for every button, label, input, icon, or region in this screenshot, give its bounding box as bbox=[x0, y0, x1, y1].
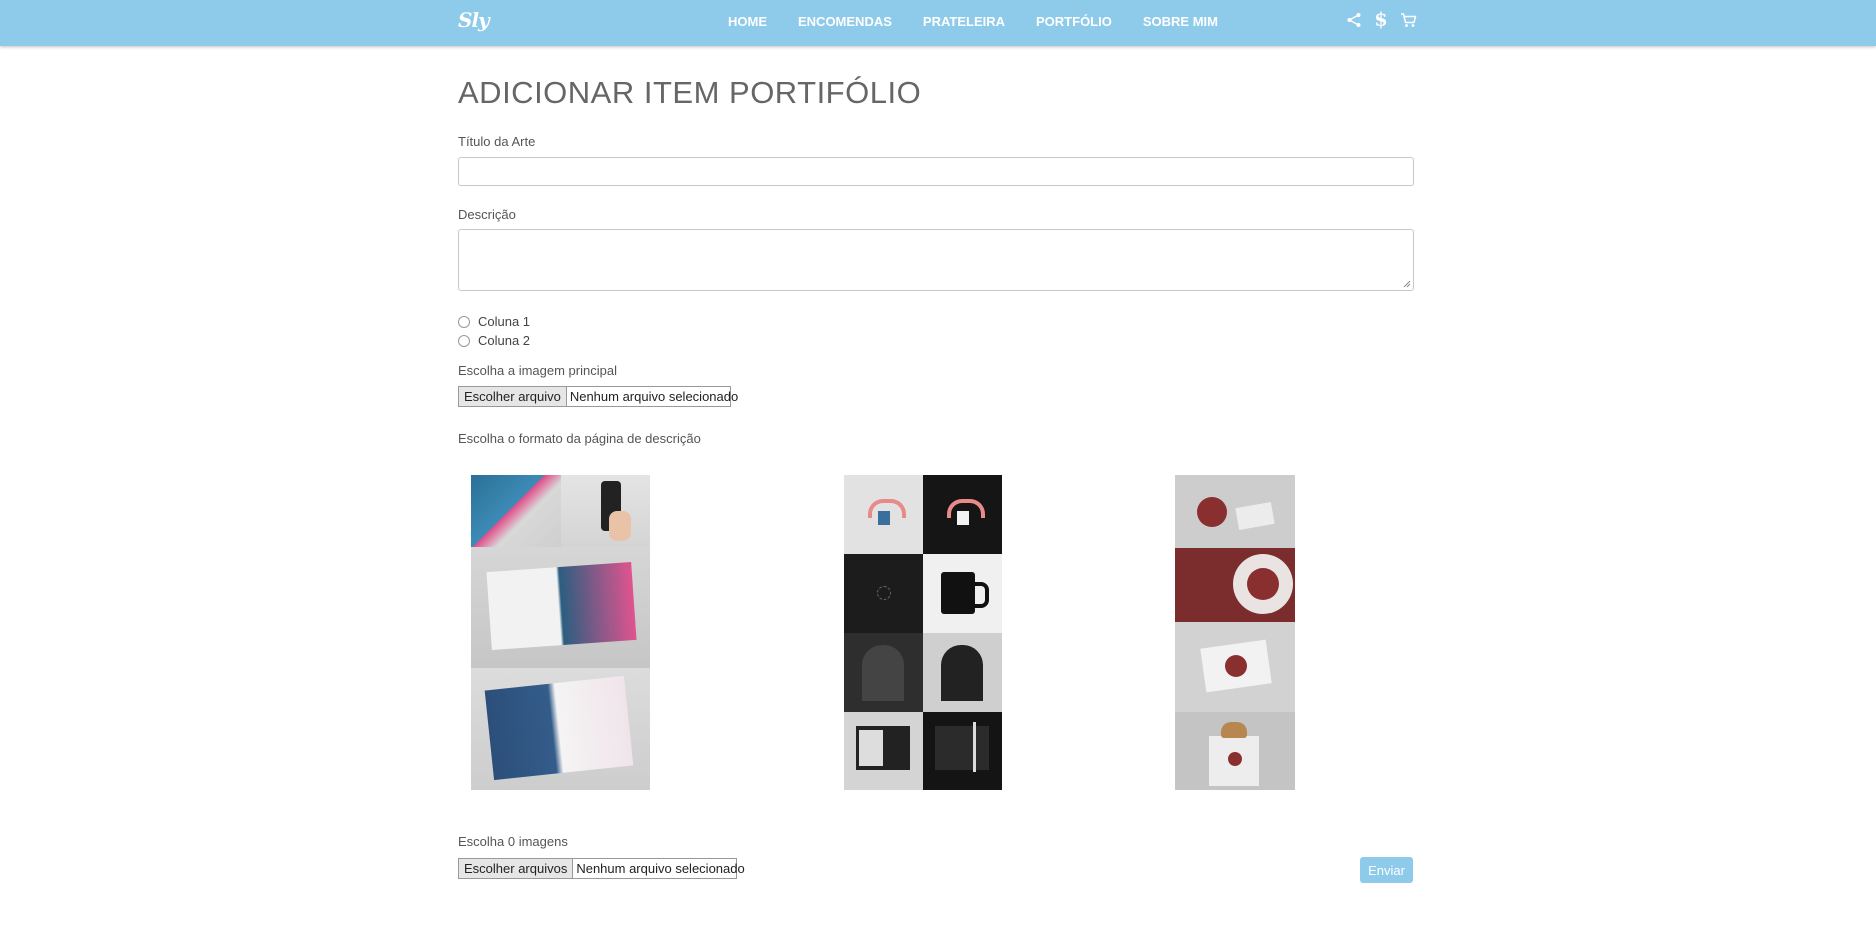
description-label: Descrição bbox=[458, 207, 516, 222]
format-label: Escolha o formato da página de descrição bbox=[458, 431, 701, 446]
main-image-file-input[interactable]: Escolher arquivo Nenhum arquivo selecion… bbox=[458, 386, 738, 407]
mug-image bbox=[923, 554, 1002, 633]
rainbow-logo-light-image bbox=[844, 475, 923, 554]
brand-logo[interactable]: Sly bbox=[458, 8, 490, 32]
open-book-image bbox=[471, 547, 650, 668]
resize-handle-icon[interactable] bbox=[1403, 280, 1411, 288]
nav-home[interactable]: HOME bbox=[728, 14, 767, 29]
description-textarea[interactable] bbox=[458, 229, 1414, 291]
page-title: ADICIONAR ITEM PORTIFÓLIO bbox=[458, 75, 922, 110]
book-cover-image bbox=[471, 475, 561, 547]
nav-links: HOME ENCOMENDAS PRATELEIRA PORTFÓLIO SOB… bbox=[728, 0, 1249, 42]
images-file-input[interactable]: Escolher arquivos Nenhum arquivo selecio… bbox=[458, 858, 745, 879]
nav-icons: S bbox=[1344, 10, 1425, 30]
dollar-icon[interactable]: S bbox=[1371, 10, 1391, 30]
book-spread-image bbox=[471, 668, 650, 790]
rainbow-logo-dark-image bbox=[923, 475, 1002, 554]
main-image-label: Escolha a imagem principal bbox=[458, 363, 617, 378]
album-dark-image bbox=[923, 712, 1002, 790]
black-shirt-image bbox=[844, 554, 923, 633]
main-image-status: Nenhum arquivo selecionado bbox=[569, 389, 739, 404]
nav-sobre-mim[interactable]: SOBRE MIM bbox=[1143, 14, 1218, 29]
column-1-option[interactable]: Coluna 1 bbox=[458, 314, 530, 329]
top-navbar: Sly HOME ENCOMENDAS PRATELEIRA PORTFÓLIO… bbox=[0, 0, 1876, 46]
choose-files-button[interactable]: Escolher arquivos bbox=[459, 859, 574, 878]
choose-file-button[interactable]: Escolher arquivo bbox=[459, 387, 567, 406]
column-1-radio[interactable] bbox=[458, 315, 470, 328]
poster-dark-image bbox=[844, 633, 923, 712]
share-icon[interactable] bbox=[1344, 10, 1364, 30]
poster-light-image bbox=[923, 633, 1002, 712]
nav-portfolio[interactable]: PORTFÓLIO bbox=[1036, 14, 1112, 29]
phone-mockup-image bbox=[561, 475, 650, 547]
cupcake-box-image bbox=[1175, 712, 1295, 790]
album-light-image bbox=[844, 712, 923, 790]
images-status: Nenhum arquivo selecionado bbox=[576, 861, 745, 876]
column-1-label: Coluna 1 bbox=[478, 314, 531, 329]
title-input[interactable] bbox=[458, 157, 1414, 186]
layout-options bbox=[458, 475, 1416, 791]
nav-encomendas[interactable]: ENCOMENDAS bbox=[798, 14, 892, 29]
cupcake-card-image bbox=[1175, 622, 1295, 712]
cupcake-stationery-image bbox=[1175, 548, 1295, 622]
column-2-radio[interactable] bbox=[458, 334, 470, 347]
nav-prateleira[interactable]: PRATELEIRA bbox=[923, 14, 1005, 29]
column-2-option[interactable]: Coluna 2 bbox=[458, 333, 530, 348]
images-label: Escolha 0 imagens bbox=[458, 834, 568, 849]
submit-button[interactable]: Enviar bbox=[1360, 857, 1413, 883]
title-label: Título da Arte bbox=[458, 134, 536, 149]
column-2-label: Coluna 2 bbox=[478, 333, 531, 348]
layout-option-3[interactable] bbox=[1175, 475, 1295, 790]
business-card-image bbox=[1175, 475, 1295, 548]
cart-icon[interactable] bbox=[1398, 10, 1418, 30]
layout-option-2[interactable] bbox=[844, 475, 1002, 790]
layout-option-1[interactable] bbox=[471, 475, 650, 790]
